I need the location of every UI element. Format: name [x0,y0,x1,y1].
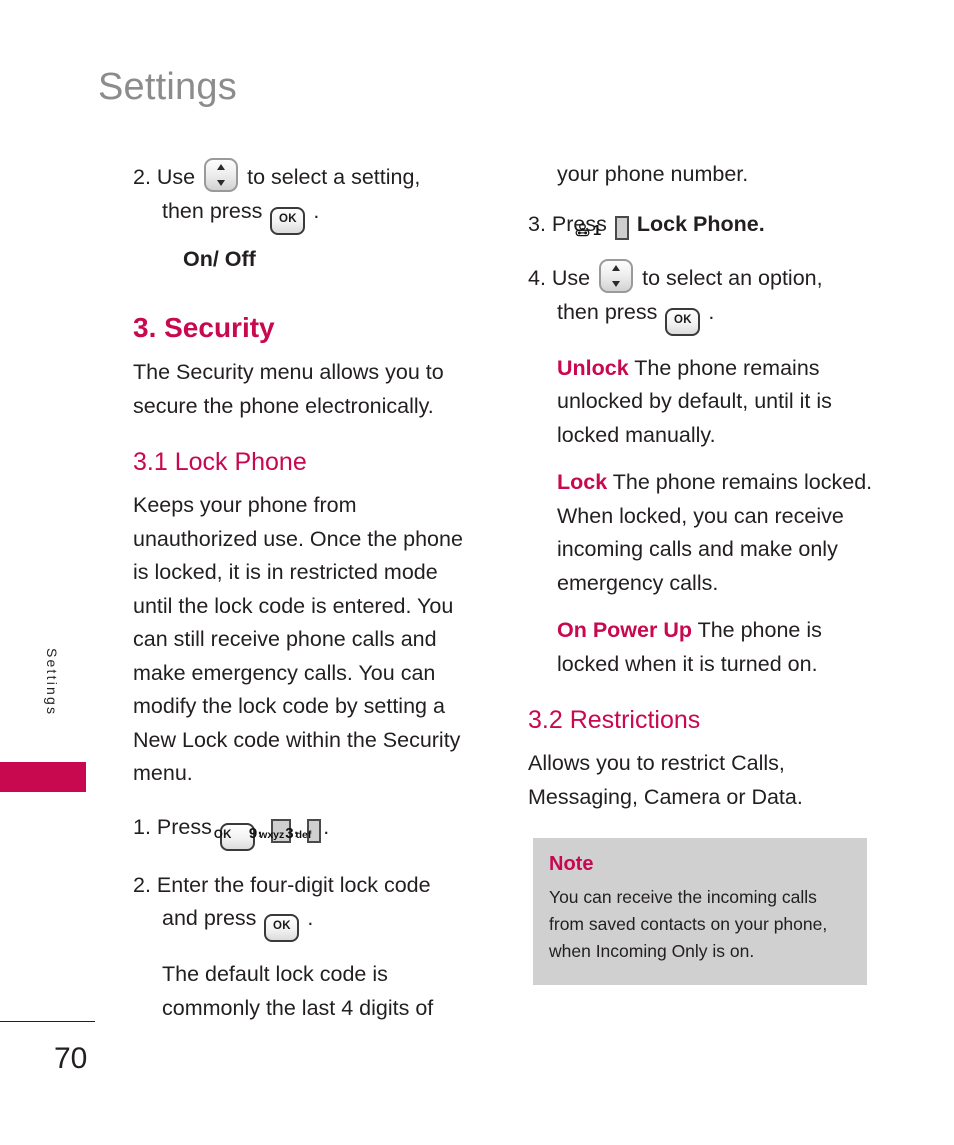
note-title: Note [549,853,594,875]
key-3-number: 3 [285,824,294,842]
step-4-text-pre: 4. Use [528,266,591,290]
heading-security: 3. Security [133,312,275,343]
footer-rule [0,1021,95,1022]
step-3-text-post: Lock Phone. [636,211,765,236]
step-use-nav-select-option: 4. Use to select an option, [528,259,878,296]
triangle-up-icon [612,265,621,271]
nav-key-icon [204,158,239,192]
step-press-key-sequence: 1. Press OK, 9wxyz, 3def. [133,811,483,851]
option-lock: Lock The phone remains locked. When lock… [528,466,878,600]
step-4-cont-pre: then press [557,299,658,324]
step-2b-line-1: 2. Enter the four-digit lock code [133,872,431,897]
restrictions-description: Allows you to restrict Calls, Messaging,… [528,751,803,809]
on-off-value: On/ Off [183,246,256,271]
continued-phone-number-text: your phone number. [557,162,749,186]
voicemail-glyph-icon [575,221,619,236]
default-lock-code-note: The default lock code is commonly the la… [162,962,434,1020]
step-2-text-pre: 2. Use [133,165,196,189]
step-enter-lock-code: 2. Enter the four-digit lock code [133,869,483,903]
step-2-text-mid: to select a setting, [247,165,421,189]
left-column: 2. Use to select a setting, then press O… [133,158,483,1025]
key-3-letters: def [295,828,312,841]
note-box: Note You can receive the incoming calls … [533,838,867,985]
step-1-text-pre: 1. Press [133,814,212,839]
step-use-nav-select-setting: 2. Use to select a setting, [133,158,483,195]
ok-key-icon: OK [665,307,701,336]
page-number: 70 [54,1042,88,1075]
step-4-text-mid: to select an option, [642,266,823,290]
option-on-power-up: On Power Up The phone is locked when it … [528,614,878,681]
key-9-number: 9 [248,824,258,842]
step-2-continuation: then press OK . [133,195,483,235]
step-2-cont-post: . [313,198,320,223]
step-2b-cont-pre: and press [162,906,257,931]
note-body: You can receive the incoming calls from … [549,887,828,961]
nav-key-icon [599,259,634,293]
triangle-up-icon [217,164,226,170]
triangle-down-icon [217,180,226,186]
step-2b-cont-post: . [307,906,314,931]
ok-key-icon: OK [270,206,306,235]
step-4-cont-post: . [708,299,715,324]
key-9-letters: wxyz [259,828,285,841]
heading-restrictions: 3.2 Restrictions [528,706,701,734]
ok-key-icon: OK [264,914,300,943]
step-2b-continuation: and press OK . [133,902,483,943]
option-unlock: Unlock The phone remains unlocked by def… [528,352,878,453]
security-intro-text: The Security menu allows you to secure t… [133,360,444,418]
page-title: Settings [98,66,237,108]
option-on-power-up-label: On Power Up [557,618,692,642]
right-column: your phone number. 3. Press 1 Lock Phone… [528,158,878,814]
step-press-1-lock-phone: 3. Press 1 Lock Phone. [528,208,878,242]
step-4-continuation: then press OK . [528,296,878,336]
side-tab-marker [0,762,86,792]
heading-lock-phone: 3.1 Lock Phone [133,448,307,477]
step-1-end: . [323,814,330,839]
option-lock-label: Lock [557,470,608,494]
key-1-number: 1 [592,221,602,239]
side-tab-label: Settings [44,648,60,717]
key-3-def-icon: 3 def [285,818,322,843]
triangle-down-icon [612,281,621,287]
lock-phone-description: Keeps your phone from unauthorized use. … [133,493,463,786]
step-2-cont-pre: then press [162,198,263,223]
option-unlock-label: Unlock [557,355,629,380]
key-1-voicemail-icon: 1 [575,215,629,240]
